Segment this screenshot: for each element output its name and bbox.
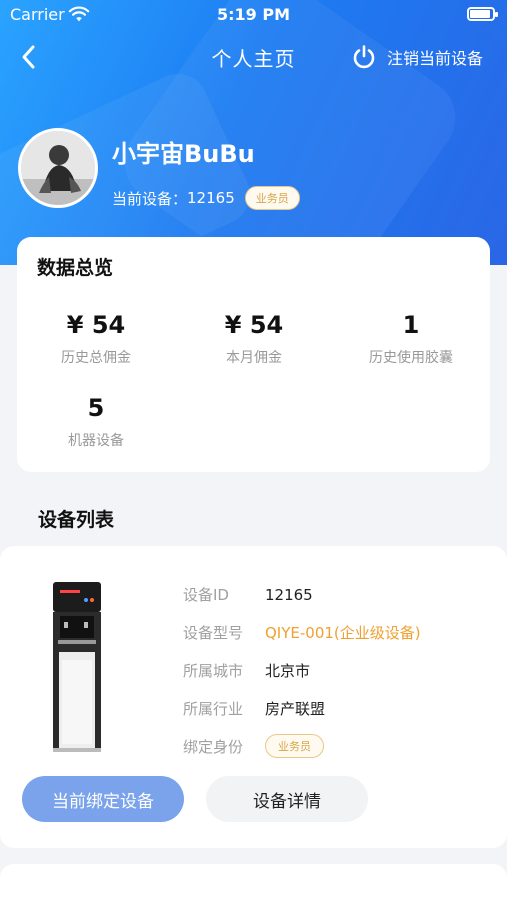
device-card: 设备ID 12165 设备型号 QIYE-001(企业级设备) 所属城市 北京市… (0, 546, 507, 848)
device-id-row: 设备ID 12165 (183, 584, 313, 605)
stat-total-commission: ¥ 54 历史总佣金 (17, 311, 175, 367)
current-device-label: 当前设备： (112, 189, 188, 208)
device-identity-label: 绑定身份 (183, 737, 244, 756)
status-bar: Carrier 5:19 PM (0, 0, 507, 30)
device-industry-label: 所属行业 (183, 700, 244, 718)
avatar[interactable] (18, 128, 98, 208)
avatar-photo-icon (21, 131, 95, 205)
overview-heading: 数据总览 (37, 257, 114, 279)
current-device-id: 12165 (187, 189, 235, 207)
stat-value: ¥ 54 (66, 311, 126, 339)
stat-capsules-used: 1 历史使用胶囊 (332, 311, 490, 367)
device-model-value: QIYE-001(企业级设备) (265, 624, 421, 642)
clock: 5:19 PM (216, 5, 290, 24)
device-list-title: 设备列表 (38, 509, 115, 531)
battery-icon (467, 7, 498, 21)
device-industry-row: 所属行业 房产联盟 (183, 698, 325, 719)
logout-device-button[interactable]: 注销当前设备 (351, 44, 483, 70)
username: 小宇宙BuBu (112, 140, 255, 168)
stat-monthly-commission: ¥ 54 本月佣金 (175, 311, 333, 367)
device-id-value: 12165 (265, 585, 313, 604)
next-device-card (0, 864, 507, 900)
device-city-label: 所属城市 (183, 662, 244, 680)
navigation-bar: 个人主页 注销当前设备 (0, 35, 507, 79)
device-industry-value: 房产联盟 (265, 700, 326, 718)
device-city-row: 所属城市 北京市 (183, 660, 310, 681)
stat-value: 5 (87, 394, 105, 422)
stat-machines: 5 机器设备 (17, 394, 175, 450)
water-dispenser-image (53, 582, 101, 752)
device-model-label: 设备型号 (183, 624, 244, 642)
logout-label: 注销当前设备 (386, 49, 483, 68)
device-identity-row: 绑定身份 业务员 (183, 734, 324, 758)
stat-label: 机器设备 (68, 433, 124, 449)
stat-label: 历史使用胶囊 (369, 350, 453, 366)
stat-label: 本月佣金 (226, 350, 282, 366)
data-overview-card: 数据总览 ¥ 54 历史总佣金 ¥ 54 本月佣金 1 历史使用胶囊 5 机器设… (17, 237, 490, 472)
stat-label: 历史总佣金 (61, 350, 131, 366)
role-badge: 业务员 (244, 186, 300, 210)
identity-badge: 业务员 (265, 734, 324, 758)
profile-header: 小宇宙BuBu 当前设备： 12165 业务员 (18, 128, 478, 213)
device-id-label: 设备ID (183, 586, 229, 604)
device-city-value: 北京市 (265, 662, 311, 680)
device-model-row: 设备型号 QIYE-001(企业级设备) (183, 622, 421, 643)
stat-value: 1 (402, 311, 420, 339)
device-detail-button[interactable]: 设备详情 (206, 776, 368, 822)
current-device-line: 当前设备： 12165 业务员 (112, 186, 300, 210)
power-icon (353, 45, 375, 69)
stat-value: ¥ 54 (224, 311, 284, 339)
current-bound-device-button[interactable]: 当前绑定设备 (22, 776, 184, 822)
